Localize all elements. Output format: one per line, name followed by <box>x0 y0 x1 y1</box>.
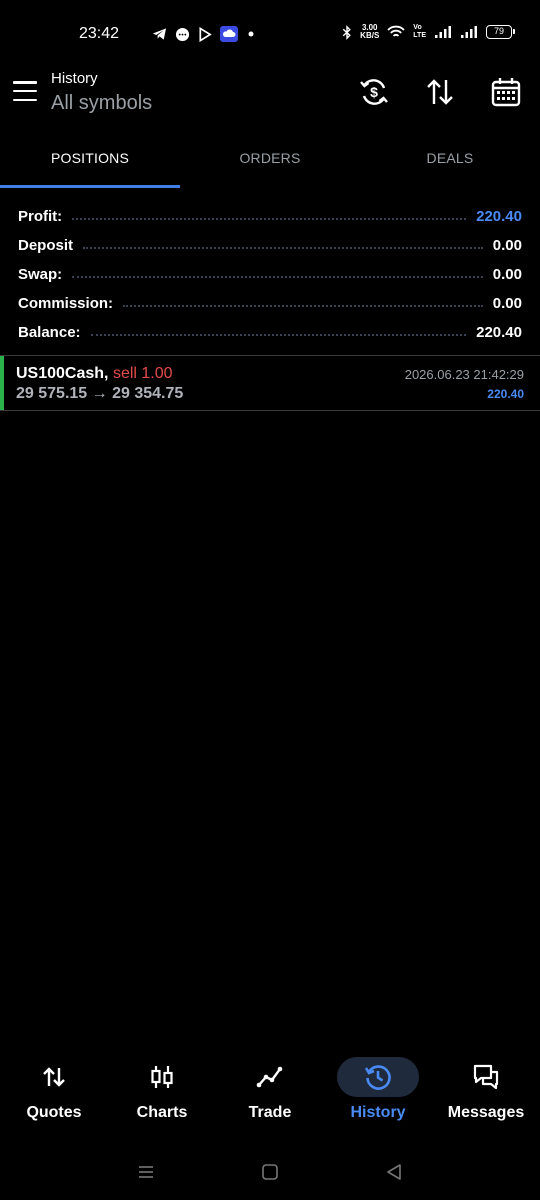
tab-deals[interactable]: DEALS <box>360 140 540 188</box>
svg-text:$: $ <box>370 84 378 100</box>
sort-icon[interactable] <box>424 76 456 108</box>
nav-history[interactable]: History <box>324 1050 432 1130</box>
position-row[interactable]: US100Cash, sell 1.00 29 575.15 → 29 354.… <box>0 356 540 410</box>
summary-value: 0.00 <box>492 266 522 283</box>
nav-label: Charts <box>136 1104 188 1121</box>
nav-messages[interactable]: Messages <box>432 1050 540 1130</box>
position-symbol-name: US100Cash, <box>16 365 109 382</box>
play-icon <box>199 26 212 42</box>
summary-row-profit: Profit: 220.40 <box>18 202 522 231</box>
summary-row-commission: Commission: 0.00 <box>18 289 522 318</box>
status-bar: 23:42 3.00 KB/S Vo LTE 79 <box>0 0 540 68</box>
summary-label: Swap: <box>18 266 63 283</box>
telegram-icon <box>152 28 167 40</box>
chat-icon <box>175 27 190 41</box>
nav-label: Quotes <box>26 1104 82 1121</box>
menu-icon[interactable] <box>13 81 37 101</box>
summary-label: Commission: <box>18 295 114 312</box>
tab-positions[interactable]: POSITIONS <box>0 140 180 188</box>
dot-leader <box>90 333 467 336</box>
position-time: 2026.06.23 21:42:29 <box>404 367 524 382</box>
charts-icon <box>151 1066 173 1088</box>
dot-leader <box>72 275 483 278</box>
nav-label: History <box>350 1104 406 1121</box>
dot-leader <box>123 304 483 307</box>
notification-icons <box>152 26 256 42</box>
nav-quotes[interactable]: Quotes <box>0 1050 108 1130</box>
signal-icon <box>435 26 451 38</box>
summary-value: 220.40 <box>476 324 522 341</box>
summary-row-swap: Swap: 0.00 <box>18 260 522 289</box>
trade-icon <box>256 1066 283 1088</box>
summary-panel: Profit: 220.40 Deposit 0.00 Swap: 0.00 C… <box>18 202 522 347</box>
signal-icon <box>461 26 477 38</box>
messages-icon <box>473 1064 499 1090</box>
home-icon[interactable] <box>260 1162 280 1182</box>
history-icon <box>364 1065 391 1090</box>
position-profit: 220.40 <box>487 387 524 401</box>
volte-indicator: Vo LTE <box>413 24 426 39</box>
summary-label: Profit: <box>18 208 63 225</box>
summary-value: 0.00 <box>492 295 522 312</box>
position-status-bar <box>0 356 4 410</box>
divider <box>0 410 540 411</box>
price-arrow: → <box>91 385 108 402</box>
bluetooth-icon <box>342 24 351 40</box>
calendar-icon[interactable] <box>490 76 522 108</box>
summary-value: 220.40 <box>476 208 522 225</box>
nav-label: Messages <box>447 1104 525 1121</box>
battery-indicator: 79 <box>486 25 515 39</box>
network-speed: 3.00 KB/S <box>360 24 379 40</box>
position-prices: 29 575.15 → 29 354.75 <box>16 385 183 403</box>
system-navigation-bar <box>0 1150 540 1195</box>
back-icon[interactable] <box>384 1162 404 1182</box>
position-open-price: 29 575.15 <box>16 385 88 402</box>
nav-charts[interactable]: Charts <box>108 1050 216 1130</box>
quotes-icon <box>43 1067 65 1087</box>
symbol-filter[interactable]: All symbols <box>51 92 152 115</box>
tab-orders[interactable]: ORDERS <box>180 140 360 188</box>
history-tabs: POSITIONS ORDERS DEALS <box>0 140 540 188</box>
dot-leader <box>83 246 483 249</box>
summary-label: Deposit <box>18 237 74 254</box>
position-side: sell 1.00 <box>112 365 173 382</box>
summary-row-balance: Balance: 220.40 <box>18 318 522 347</box>
summary-label: Balance: <box>18 324 81 341</box>
recents-icon[interactable] <box>136 1162 156 1182</box>
cloud-app-icon <box>220 26 238 42</box>
page-title: History <box>51 70 98 87</box>
currency-sync-icon[interactable]: $ <box>358 76 390 108</box>
summary-row-deposit: Deposit 0.00 <box>18 231 522 260</box>
summary-value: 0.00 <box>492 237 522 254</box>
system-status-icons: 3.00 KB/S Vo LTE 79 <box>342 24 515 40</box>
dot-icon <box>248 31 254 37</box>
nav-trade[interactable]: Trade <box>216 1050 324 1130</box>
status-time: 23:42 <box>79 25 120 42</box>
position-symbol: US100Cash, sell 1.00 <box>16 365 173 383</box>
bottom-navigation: Quotes Charts Trade History Messages <box>0 1050 540 1130</box>
position-close-price: 29 354.75 <box>112 385 184 402</box>
network-speed-unit: KB/S <box>360 31 380 40</box>
nav-label: Trade <box>248 1104 292 1121</box>
dot-leader <box>72 217 467 220</box>
wifi-icon <box>387 25 405 37</box>
app-header: History All symbols $ <box>0 68 540 128</box>
